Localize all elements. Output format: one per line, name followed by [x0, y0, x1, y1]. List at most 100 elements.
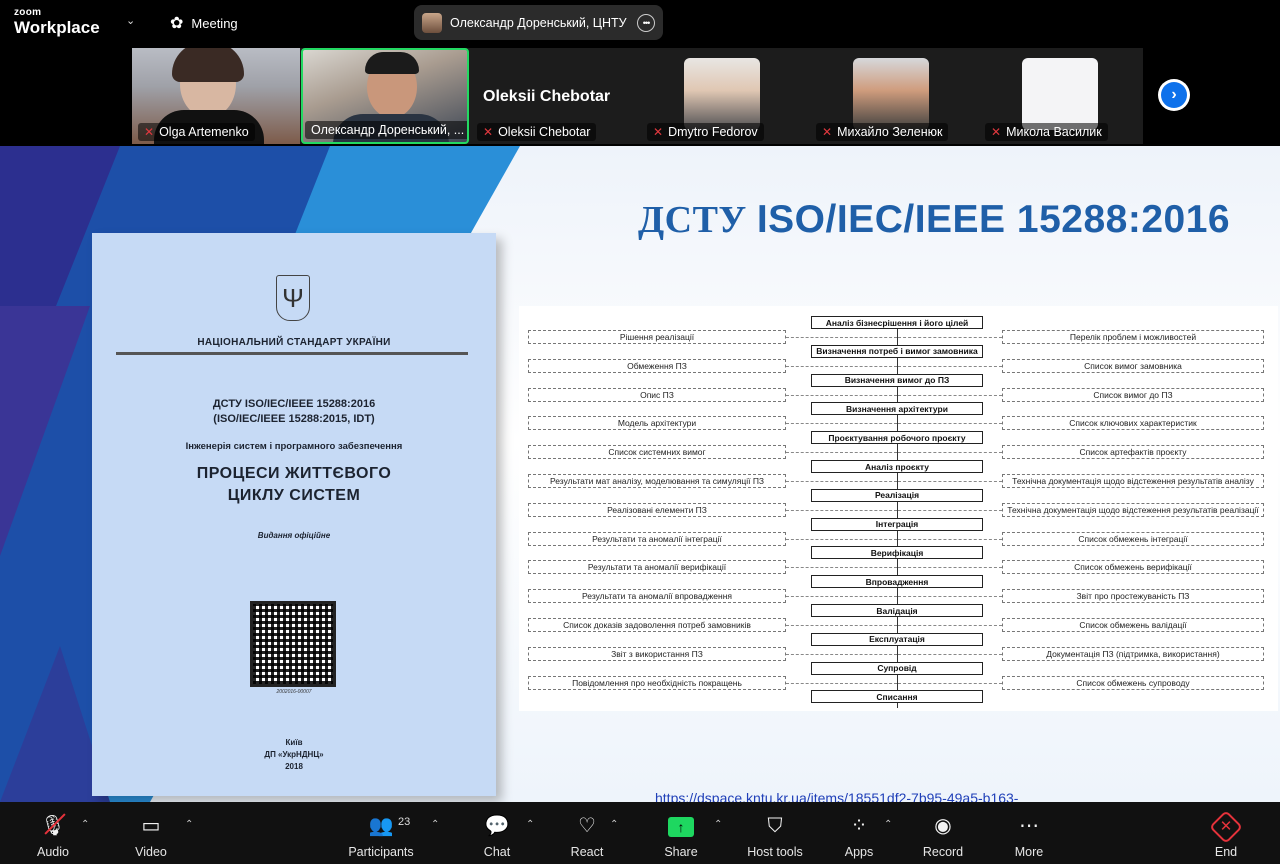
flow-connector: [898, 596, 1002, 598]
qr-code-icon: [250, 601, 336, 687]
document-code: ДСТУ ISO/IEC/IEEE 15288:2016 (ISO/IEC/IE…: [92, 397, 496, 427]
flow-process-box: Інтеграція: [811, 517, 983, 531]
participant-name: Olga Artemenko: [159, 125, 249, 139]
flow-right-output: Список обмежень супроводу: [1002, 675, 1264, 690]
participant-name: Oleksii Chebotar: [498, 125, 591, 139]
flow-connector: [898, 423, 1002, 425]
participant-name-tag: ✕ Dmytro Fedorov: [647, 123, 764, 141]
flow-left-output: Рішення реалізації: [528, 330, 786, 344]
share-screen-icon: ↑: [658, 810, 704, 842]
record-label: Record: [922, 845, 964, 859]
react-button[interactable]: ♡ React: [566, 810, 608, 859]
next-page-button[interactable]: ›: [1158, 79, 1190, 111]
flow-connector: [786, 567, 897, 569]
flow-right-output: Технічна документація щодо відстеження р…: [1002, 502, 1264, 517]
standard-document-cover: Ψ НАЦІОНАЛЬНИЙ СТАНДАРТ УКРАЇНИ ДСТУ ISO…: [92, 233, 496, 796]
flow-connector: [898, 567, 1002, 569]
flow-right-output: Список артефактів проєкту: [1002, 445, 1264, 460]
flow-connector: [898, 538, 1002, 540]
meeting-info-button[interactable]: ✿ Meeting: [170, 13, 238, 33]
end-label: End: [1214, 845, 1238, 859]
slide-title-prefix: ДСТУ: [638, 199, 757, 241]
participant-name-tag: ✕ Olga Artemenko: [138, 123, 255, 141]
audio-button[interactable]: 🎙 Audio: [30, 810, 76, 859]
flow-right-output: Перелік проблем і можливостей: [1002, 330, 1264, 344]
react-options-caret[interactable]: ⌃: [610, 819, 618, 830]
participant-tile[interactable]: ✕ Микола Василик: [979, 48, 1143, 144]
participant-name: Михайло Зеленюк: [837, 125, 943, 139]
flow-left-output: Результати та аномалії верифікації: [528, 560, 786, 575]
flow-process-box: Супровід: [811, 661, 983, 675]
participants-options-caret[interactable]: ⌃: [431, 819, 439, 830]
apps-options-caret[interactable]: ⌃: [884, 819, 892, 830]
source-link[interactable]: https://dspace.kntu.kr.ua/items/18551df2…: [655, 790, 1018, 802]
share-label: Share: [664, 845, 698, 859]
record-button[interactable]: ◉ Record: [918, 810, 968, 859]
flow-left-output: Опис ПЗ: [528, 387, 786, 402]
paw-icon: ✿: [170, 15, 184, 32]
share-button[interactable]: ↑ Share: [658, 810, 704, 859]
flow-right-output: Технічна документація щодо відстеження р…: [1002, 474, 1264, 488]
flow-process-box: Визначення архітектури: [811, 402, 983, 416]
audio-options-caret[interactable]: ⌃: [81, 819, 89, 830]
video-label: Video: [135, 845, 167, 859]
video-options-caret[interactable]: ⌃: [185, 819, 193, 830]
more-button[interactable]: ⋯ More: [1008, 810, 1050, 859]
chat-button[interactable]: 💬 Chat: [476, 810, 518, 859]
process-flow-diagram: Аналіз бізнесрішення і його цілей Визначе…: [519, 306, 1278, 711]
active-speaker-pill[interactable]: Олександр Доренський, ЦНТУ •••: [414, 5, 663, 40]
flow-left-output: Реалізовані елементи ПЗ: [528, 502, 786, 517]
logo-top-text: zoom: [14, 7, 42, 18]
slide-title-main: ISO/IEC/IEEE 15288:2016: [756, 198, 1231, 241]
flow-right-output: Список обмежень верифікації: [1002, 560, 1264, 575]
mic-off-icon: 🎙: [30, 810, 76, 842]
participant-name: Микола Василик: [1006, 125, 1102, 139]
participant-name-tag: ✕ Oleksii Chebotar: [477, 123, 597, 141]
document-title-line: ЦИКЛУ СИСТЕМ: [227, 486, 361, 504]
qr-caption: 2002016-00007: [276, 689, 312, 695]
host-tools-label: Host tools: [747, 845, 803, 859]
participants-count: 23: [398, 816, 411, 828]
participant-name-tag: ✕ Михайло Зеленюк: [816, 123, 949, 141]
zoom-logo: zoom Workplace: [14, 7, 100, 37]
flow-connector: [786, 365, 897, 367]
imprint-city: Київ: [285, 738, 303, 747]
flow-process-box: Проєктування робочого проєкту: [811, 431, 983, 445]
document-code-line: (ISO/IEC/IEEE 15288:2015, IDT): [213, 412, 375, 425]
flow-left-output: Результати мат аналізу, моделювання та с…: [528, 474, 786, 488]
flow-left-output: Обмеження ПЗ: [528, 358, 786, 373]
participant-tile[interactable]: ✕ Olga Artemenko: [132, 48, 300, 144]
flow-connector: [898, 682, 1002, 684]
participant-tile[interactable]: Oleksii Chebotar ✕ Oleksii Chebotar: [471, 48, 639, 144]
heart-icon: ♡: [578, 815, 596, 837]
flow-connector: [786, 596, 897, 598]
flow-connector: [898, 365, 1002, 367]
flow-process-box: Визначення потреб і вимог замовника: [811, 344, 983, 358]
participant-tile[interactable]: ✕ Dmytro Fedorov: [641, 48, 809, 144]
flow-connector: [898, 337, 1002, 338]
flow-connector: [786, 625, 897, 626]
end-meeting-button[interactable]: ✕ End: [1206, 810, 1246, 859]
participant-tile-active[interactable]: Олександр Доренський, ...: [301, 48, 469, 144]
flow-process-box: Аналіз бізнесрішення і його цілей: [811, 316, 983, 329]
more-options-icon[interactable]: •••: [637, 13, 655, 32]
participant-name-tag: Олександр Доренський, ...: [305, 121, 467, 139]
flow-right-output: Список обмежень інтеграції: [1002, 531, 1264, 546]
flow-right-output: Список ключових характеристик: [1002, 416, 1264, 431]
flow-process-box: Експлуатація: [811, 632, 983, 646]
share-options-caret[interactable]: ⌃: [714, 819, 722, 830]
flow-connector: [786, 538, 897, 540]
chat-options-caret[interactable]: ⌃: [526, 819, 534, 830]
flow-left-output: Результати та аномалії інтеграції: [528, 531, 786, 546]
flow-connector: [898, 653, 1002, 655]
document-title-line: ПРОЦЕСИ ЖИТТЄВОГО: [196, 465, 392, 482]
apps-button[interactable]: ⁘ Apps: [838, 810, 880, 859]
active-speaker-name: Олександр Доренський, ЦНТУ: [450, 15, 627, 30]
chevron-down-icon[interactable]: ⌄: [126, 14, 135, 27]
video-button[interactable]: ▭ Video: [128, 810, 174, 859]
participant-tile[interactable]: ✕ Михайло Зеленюк: [810, 48, 978, 144]
document-edition: Видання офіційне: [257, 531, 331, 540]
host-tools-button[interactable]: ⛉ Host tools: [742, 810, 808, 859]
imprint-year: 2018: [285, 762, 303, 771]
mic-off-icon: ✕: [653, 125, 664, 139]
